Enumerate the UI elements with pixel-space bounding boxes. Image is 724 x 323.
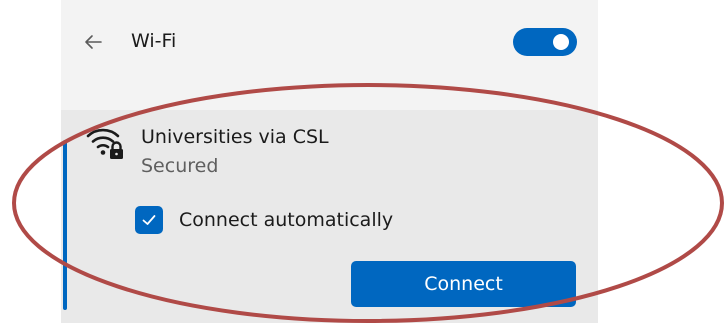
wifi-secured-icon (86, 128, 123, 159)
page-title: Wi-Fi (131, 30, 177, 52)
connect-automatically-option[interactable]: Connect automatically (135, 203, 393, 237)
checkmark-icon (142, 215, 156, 225)
network-list-item[interactable]: Universities via CSL Secured Connect aut… (61, 110, 598, 323)
wifi-header: Wi-Fi (61, 0, 598, 84)
selection-indicator (63, 140, 67, 310)
back-arrow-icon[interactable] (81, 30, 105, 54)
network-name: Universities via CSL (141, 126, 329, 148)
toggle-knob (553, 34, 569, 50)
wifi-toggle[interactable] (513, 28, 577, 56)
connect-automatically-label: Connect automatically (179, 209, 394, 231)
connect-button[interactable]: Connect (351, 261, 576, 307)
connect-automatically-checkbox[interactable] (135, 206, 163, 234)
wifi-panel: Wi-Fi Universities via CSL Secured Conne… (61, 0, 598, 323)
network-status: Secured (141, 155, 219, 177)
screenshot-stage: Wi-Fi Universities via CSL Secured Conne… (0, 0, 724, 323)
